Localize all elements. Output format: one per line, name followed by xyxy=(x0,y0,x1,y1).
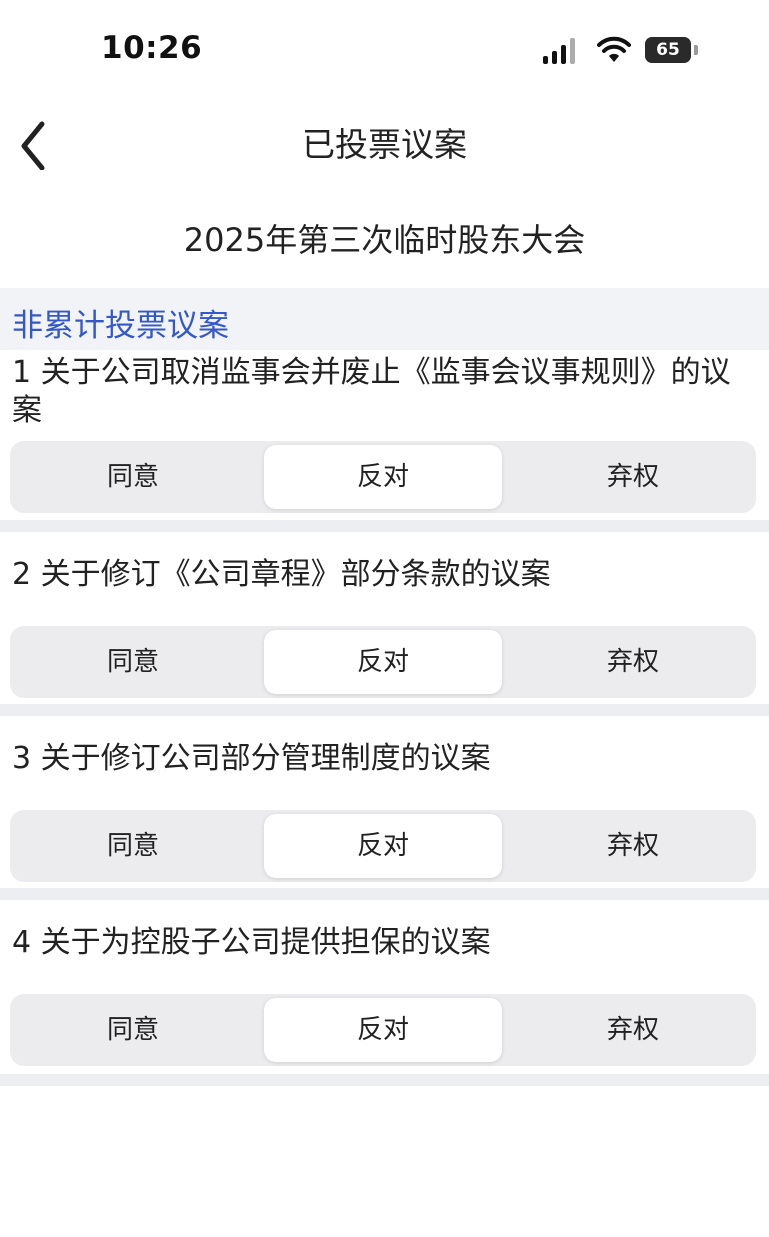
section-header-label: 非累计投票议案 xyxy=(12,308,229,344)
battery-icon: 65 xyxy=(645,37,691,63)
vote-option-agree[interactable]: 同意 xyxy=(14,630,252,694)
battery-cap xyxy=(694,45,698,55)
vote-option-oppose[interactable]: 反对 xyxy=(264,814,502,878)
vote-segmented-control: 同意 反对 弃权 xyxy=(10,441,756,513)
vote-option-oppose[interactable]: 反对 xyxy=(264,998,502,1062)
vote-segmented-control: 同意 反对 弃权 xyxy=(10,626,756,698)
vote-option-abstain[interactable]: 弃权 xyxy=(514,814,752,878)
vote-option-agree[interactable]: 同意 xyxy=(14,445,252,509)
vote-segmented-control: 同意 反对 弃权 xyxy=(10,994,756,1066)
proposal-item-1: 1 关于公司取消监事会并废止《监事会议事规则》的议案 同意 反对 弃权 xyxy=(0,350,769,520)
proposal-item-3: 3 关于修订公司部分管理制度的议案 同意 反对 弃权 xyxy=(0,716,769,888)
proposal-item-2: 2 关于修订《公司章程》部分条款的议案 同意 反对 弃权 xyxy=(0,532,769,704)
vote-segmented-control: 同意 反对 弃权 xyxy=(10,810,756,882)
proposal-title: 2 关于修订《公司章程》部分条款的议案 xyxy=(12,557,551,592)
proposal-title: 3 关于修订公司部分管理制度的议案 xyxy=(12,741,491,776)
proposal-title: 1 关于公司取消监事会并废止《监事会议事规则》的议案 xyxy=(12,355,731,428)
section-header: 非累计投票议案 xyxy=(0,288,769,350)
vote-option-oppose[interactable]: 反对 xyxy=(264,630,502,694)
page-title: 已投票议案 xyxy=(302,125,467,164)
proposal-item-4: 4 关于为控股子公司提供担保的议案 同意 反对 弃权 xyxy=(0,900,769,1074)
status-time: 10:26 xyxy=(101,30,203,66)
divider xyxy=(0,1074,769,1086)
divider xyxy=(0,888,769,900)
cellular-signal-icon xyxy=(543,38,583,64)
vote-option-agree[interactable]: 同意 xyxy=(14,814,252,878)
divider xyxy=(0,704,769,716)
meeting-title: 2025年第三次临时股东大会 xyxy=(183,221,586,259)
divider xyxy=(0,520,769,532)
vote-option-abstain[interactable]: 弃权 xyxy=(514,445,752,509)
vote-option-abstain[interactable]: 弃权 xyxy=(514,998,752,1062)
vote-option-agree[interactable]: 同意 xyxy=(14,998,252,1062)
navigation-bar: 已投票议案 xyxy=(0,100,769,180)
wifi-icon xyxy=(597,36,631,62)
proposal-title: 4 关于为控股子公司提供担保的议案 xyxy=(12,925,491,960)
vote-option-abstain[interactable]: 弃权 xyxy=(514,630,752,694)
screen: 10:26 65 已投票议案 2025年第三次临时股东大会 非累计投票议案 1 … xyxy=(0,0,769,1237)
status-bar: 10:26 65 xyxy=(0,0,769,100)
vote-option-oppose[interactable]: 反对 xyxy=(264,445,502,509)
